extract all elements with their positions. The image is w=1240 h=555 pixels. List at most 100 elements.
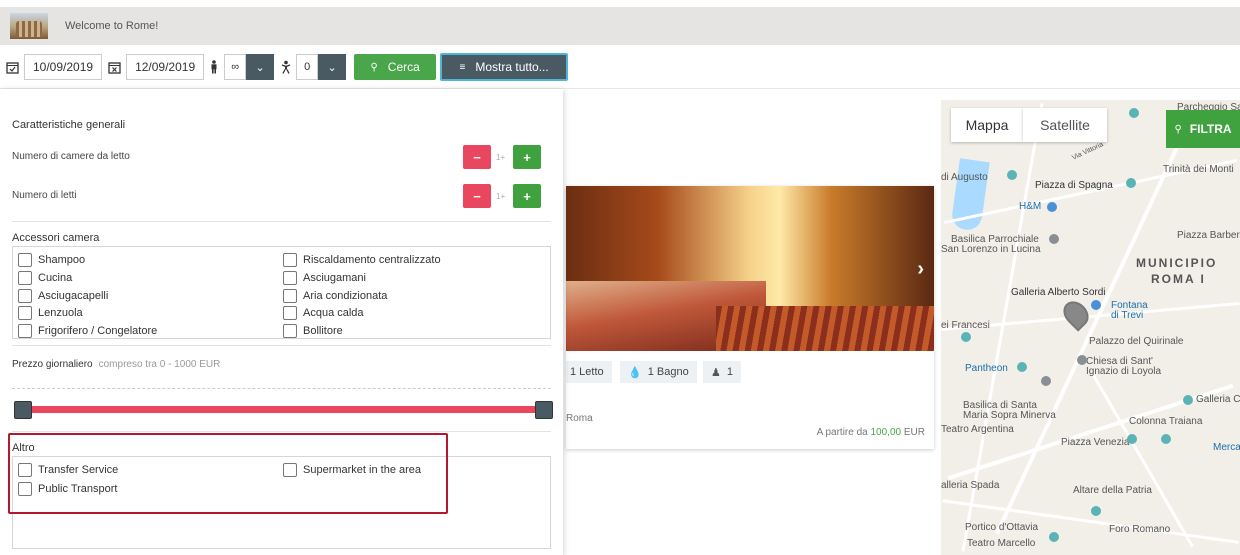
beds-value: 1+ <box>496 192 506 201</box>
show-all-button[interactable]: ≡ Mostra tutto... <box>440 53 569 81</box>
colosseum-logo <box>10 13 48 39</box>
accessories-box: Shampoo Cucina Asciugacapelli Lenzuola F… <box>12 246 551 339</box>
calendar-x-icon <box>106 59 122 75</box>
price-scale <box>12 388 551 389</box>
map-label: San Lorenzo in Lucina <box>941 244 1041 255</box>
poi-pin-icon <box>1017 362 1027 372</box>
general-title: Caratteristiche generali <box>12 119 126 131</box>
children-dropdown-button[interactable]: ⌄ <box>318 54 347 80</box>
beds-minus-button[interactable]: − <box>463 184 491 208</box>
bedrooms-minus-button[interactable]: − <box>463 145 491 169</box>
search-icon: ⚲ <box>1174 123 1182 135</box>
accessory-checkbox[interactable]: Bollitore <box>283 324 343 338</box>
map-label: ei Francesi <box>941 320 990 331</box>
divider <box>12 221 551 222</box>
chevron-down-icon: ⌄ <box>327 61 337 74</box>
map-label: Trinità dei Monti <box>1163 164 1234 175</box>
accessory-checkbox[interactable]: Frigorifero / Congelatore <box>18 324 157 338</box>
poi-pin-icon <box>1049 234 1059 244</box>
price-title: Prezzo giornaliero compreso tra 0 - 1000 … <box>12 359 221 370</box>
poi-pin-icon <box>1161 434 1171 444</box>
baths-badge: 💧 1 Bagno <box>620 361 697 383</box>
person-icon: ♟ <box>711 366 721 379</box>
accessory-checkbox[interactable]: Shampoo <box>18 253 85 267</box>
children-count-field[interactable]: 0 <box>296 54 319 80</box>
map-label: Galleria Colonna <box>1196 394 1240 405</box>
poi-pin-icon <box>1041 376 1051 386</box>
poi-pin-icon <box>1129 108 1139 118</box>
accessory-checkbox[interactable]: Cucina <box>18 271 72 285</box>
price-slider-max-handle[interactable] <box>535 401 553 419</box>
map-label: di Augusto <box>941 172 988 183</box>
accessory-checkbox[interactable]: Riscaldamento centralizzato <box>283 253 441 267</box>
poi-pin-icon <box>1126 178 1136 188</box>
map-label: Teatro Argentina <box>941 424 1014 435</box>
price-slider-track[interactable] <box>22 406 544 413</box>
search-toolbar: 10/09/2019 12/09/2019 ∞ ⌄ 0 ⌄ ⚲ Cerca ≡ Mo… <box>0 53 569 81</box>
map-label: Portico d'Ottavia <box>965 522 1039 533</box>
water-drop-icon: 💧 <box>628 366 642 379</box>
map-view[interactable]: Parcheggio Saba Via Vittoria di Augusto … <box>941 100 1240 555</box>
map-label: di Trevi <box>1111 310 1144 321</box>
poi-pin-icon <box>1091 300 1101 310</box>
room-photo[interactable]: › <box>566 186 934 351</box>
filter-button[interactable]: ⚲ FILTRA <box>1166 110 1240 148</box>
accessory-checkbox[interactable]: Acqua calda <box>283 306 364 320</box>
welcome-text: Welcome to Rome! <box>65 20 159 32</box>
map-label: Maria Sopra Minerva <box>963 410 1056 421</box>
top-bar: Welcome to Rome! <box>0 7 1240 45</box>
bedrooms-label: Numero di camere da letto <box>12 151 130 162</box>
poi-pin-icon <box>1077 355 1087 365</box>
accessory-checkbox[interactable]: Aria condizionata <box>283 289 387 303</box>
poi-pin-icon <box>1049 532 1059 542</box>
accessory-checkbox[interactable]: Lenzuola <box>18 306 83 320</box>
map-label: Piazza Barberini <box>1177 230 1240 241</box>
map-label: Altare della Patria <box>1073 485 1152 496</box>
adults-count-field[interactable]: ∞ <box>224 54 247 80</box>
city-label: Roma <box>566 413 593 424</box>
checkout-date-input[interactable]: 12/09/2019 <box>126 54 205 80</box>
guests-badge: ♟ 1 <box>703 361 741 383</box>
chevron-down-icon: ⌄ <box>255 61 265 74</box>
calendar-check-icon <box>4 59 20 75</box>
poi-pin-icon <box>961 332 971 342</box>
map-label: MUNICIPIO <box>1136 256 1218 270</box>
accessories-title: Accessori camera <box>12 232 100 244</box>
map-label: Via Vittoria <box>1071 141 1105 162</box>
bedrooms-value: 1+ <box>496 153 506 162</box>
bedrooms-plus-button[interactable]: + <box>513 145 541 169</box>
map-label: Palazzo del Quirinale <box>1089 336 1184 347</box>
accessory-checkbox[interactable]: Asciugacapelli <box>18 289 108 303</box>
map-label: Ignazio di Loyola <box>1086 366 1162 377</box>
divider <box>12 431 551 432</box>
map-label: Teatro Marcello <box>967 538 1036 549</box>
price-slider-min-handle[interactable] <box>14 401 32 419</box>
map-label: Pantheon <box>965 363 1008 374</box>
location-marker-icon[interactable] <box>1058 296 1094 332</box>
map-label: Foro Romano <box>1109 524 1171 535</box>
beds-badge: 1 Letto <box>566 361 612 383</box>
poi-pin-icon <box>1183 395 1193 405</box>
poi-pin-icon <box>1047 202 1057 212</box>
accessory-checkbox[interactable]: Asciugamani <box>283 271 366 285</box>
map-label: Piazza di Spagna <box>1035 180 1113 191</box>
map-label: Colonna Traiana <box>1129 416 1203 427</box>
search-button[interactable]: ⚲ Cerca <box>354 54 437 80</box>
beds-plus-button[interactable]: + <box>513 184 541 208</box>
divider <box>12 345 551 346</box>
poi-pin-icon <box>1007 170 1017 180</box>
list-icon: ≡ <box>459 61 466 73</box>
map-label: alleria Spada <box>941 480 1000 491</box>
map-tab[interactable]: Mappa <box>951 108 1023 142</box>
poi-pin-icon <box>1127 434 1137 444</box>
adult-person-icon <box>206 59 222 75</box>
child-person-icon <box>278 59 294 75</box>
chevron-right-icon[interactable]: › <box>917 258 924 281</box>
search-icon: ⚲ <box>370 61 378 73</box>
map-label: Merca <box>1213 442 1240 453</box>
listing-card[interactable]: › 1 Letto 💧 1 Bagno ♟ 1 Roma A partire da … <box>566 186 934 449</box>
adults-dropdown-button[interactable]: ⌄ <box>246 54 275 80</box>
satellite-tab[interactable]: Satellite <box>1023 108 1107 142</box>
map-label: H&M <box>1019 201 1042 212</box>
checkin-date-input[interactable]: 10/09/2019 <box>24 54 103 80</box>
